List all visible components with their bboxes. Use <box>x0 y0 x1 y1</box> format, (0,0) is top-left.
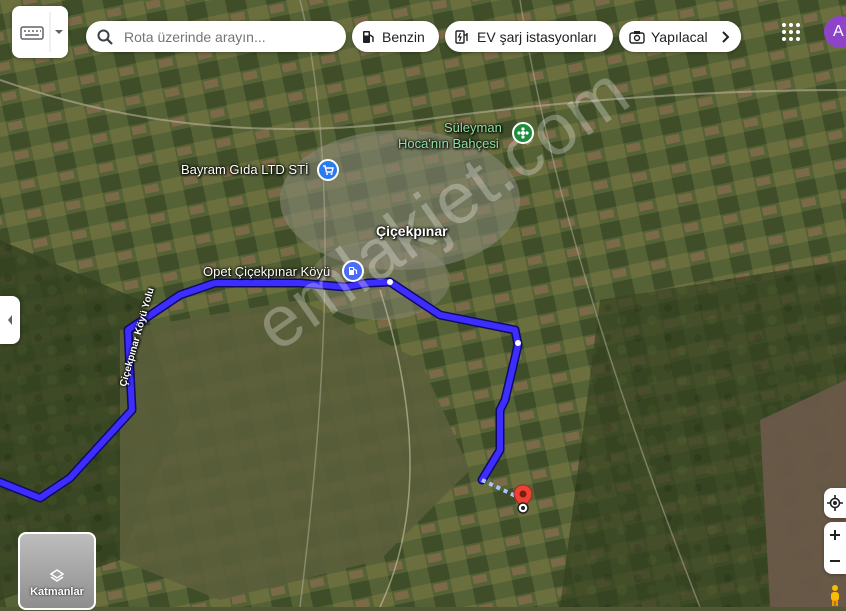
my-location-button[interactable] <box>824 488 846 518</box>
ev-charger-icon <box>455 29 468 44</box>
search-icon <box>97 29 113 45</box>
route-overlay <box>0 277 523 503</box>
route-search-box[interactable] <box>86 21 346 52</box>
layers-label: Katmanlar <box>30 586 84 598</box>
collapse-panel-button[interactable] <box>0 296 20 344</box>
camera-icon <box>629 30 645 44</box>
apps-grid-icon[interactable] <box>781 22 801 42</box>
ev-chip-label: EV şarj istasyonları <box>477 28 597 45</box>
zoom-in-button[interactable] <box>829 522 841 548</box>
chips-scroll-right-button[interactable] <box>709 21 741 52</box>
town-label[interactable]: Çiçekpınar <box>376 223 448 239</box>
ev-charging-chip[interactable]: EV şarj istasyonları <box>445 21 613 52</box>
street-view-pegman-icon[interactable] <box>828 584 842 606</box>
search-input[interactable] <box>122 27 326 46</box>
gas-chip-label: Benzin <box>382 28 425 45</box>
zoom-controls <box>824 522 846 574</box>
layers-button[interactable]: Katmanlar <box>18 532 96 610</box>
market-label[interactable]: Bayram Gıda LTD STİ <box>181 162 309 177</box>
dropdown-arrow-icon <box>55 30 63 34</box>
things-chip-label: Yapılacal <box>651 28 708 45</box>
layers-icon <box>49 569 65 582</box>
plus-icon <box>830 530 840 540</box>
input-tools-button[interactable] <box>12 6 68 58</box>
account-initial: A <box>833 23 844 40</box>
gas-pump-icon <box>363 30 374 43</box>
chevron-left-icon <box>8 315 12 325</box>
shopping-cart-icon[interactable] <box>317 159 339 181</box>
zoom-out-button[interactable] <box>829 548 841 574</box>
chevron-right-icon <box>722 30 730 43</box>
garden-poi-icon[interactable] <box>512 122 534 144</box>
fuel-station-label[interactable]: Opet Çiçekpınar Köyü <box>203 264 330 279</box>
garden-label-line1[interactable]: Süleyman <box>444 120 502 135</box>
satellite-map[interactable]: emlakjet.com Süleyman Hoca'nın Bahçesi B… <box>0 0 846 607</box>
destination-pin-icon[interactable] <box>512 484 534 519</box>
garden-label-line2[interactable]: Hoca'nın Bahçesi <box>398 136 499 151</box>
keyboard-icon <box>20 26 44 40</box>
gas-station-icon[interactable] <box>342 260 364 282</box>
gas-filter-chip[interactable]: Benzin <box>352 21 439 52</box>
my-location-icon <box>827 495 843 511</box>
minus-icon <box>830 560 840 562</box>
